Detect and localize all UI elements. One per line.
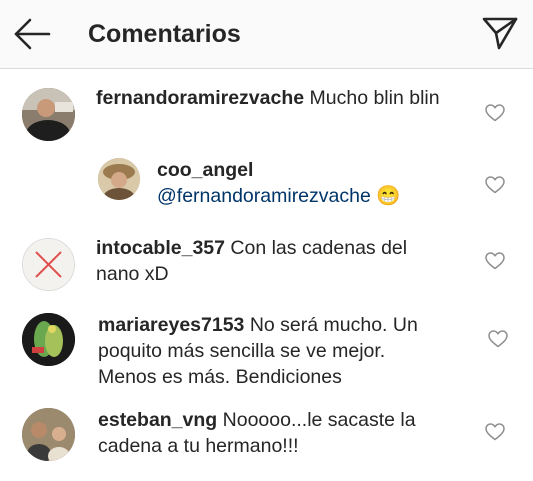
comment-body: nano xD — [96, 263, 169, 285]
reply-item: coo_angel @fernandoramirezvache 😁 — [0, 150, 533, 230]
like-button[interactable] — [485, 104, 505, 122]
comment-item: fernandoramirezvache Mucho blin blin — [0, 70, 533, 150]
comment-body: cadena a tu hermano!!! — [98, 435, 299, 457]
like-button[interactable] — [485, 176, 505, 194]
comment-body: poquito más sencilla se ve mejor. — [98, 340, 386, 362]
mention-link[interactable]: @fernandoramirezvache — [157, 185, 371, 207]
page-title: Comentarios — [88, 20, 241, 48]
comment-body: Menos es más. Bendiciones — [98, 366, 342, 388]
avatar[interactable] — [22, 408, 75, 461]
comment-body: Nooooo...le sacaste la — [222, 409, 416, 431]
arrow-left-icon — [14, 18, 51, 50]
like-button[interactable] — [485, 423, 505, 441]
comment-body: Mucho blin blin — [309, 87, 440, 109]
like-button[interactable] — [485, 252, 505, 270]
avatar[interactable] — [22, 313, 75, 366]
comment-username[interactable]: esteban_vng — [98, 409, 217, 431]
comment-item: intocable_357 Con las cadenas del nano x… — [0, 230, 533, 305]
comment-username[interactable]: coo_angel — [157, 159, 253, 181]
comment-text: intocable_357 Con las cadenas del nano x… — [96, 235, 407, 287]
comment-username[interactable]: fernandoramirezvache — [96, 87, 304, 109]
header: Comentarios — [0, 0, 533, 69]
heart-outline-icon — [485, 423, 505, 441]
avatar[interactable] — [98, 158, 140, 200]
heart-outline-icon — [485, 104, 505, 122]
comment-username[interactable]: mariareyes7153 — [98, 314, 244, 336]
back-button[interactable] — [12, 16, 52, 52]
heart-outline-icon — [485, 252, 505, 270]
heart-outline-icon — [488, 330, 508, 348]
comment-item: mariareyes7153 No será mucho. Un poquito… — [0, 305, 533, 400]
comment-text: mariareyes7153 No será mucho. Un poquito… — [98, 312, 418, 390]
comment-text: fernandoramirezvache Mucho blin blin — [96, 85, 440, 111]
like-button[interactable] — [488, 330, 508, 348]
comment-item: esteban_vng Nooooo...le sacaste la caden… — [0, 400, 533, 481]
paper-plane-icon — [482, 17, 518, 50]
comment-body: Con las cadenas del — [230, 237, 408, 259]
avatar[interactable] — [22, 88, 75, 141]
comment-username[interactable]: intocable_357 — [96, 237, 225, 259]
emoji-grin: 😁 — [376, 185, 401, 207]
comment-text: coo_angel @fernandoramirezvache 😁 — [157, 157, 401, 209]
direct-share-button[interactable] — [481, 14, 519, 52]
comment-text: esteban_vng Nooooo...le sacaste la caden… — [98, 407, 416, 459]
heart-outline-icon — [485, 176, 505, 194]
avatar[interactable] — [22, 238, 75, 291]
comment-body: No será mucho. Un — [249, 314, 418, 336]
